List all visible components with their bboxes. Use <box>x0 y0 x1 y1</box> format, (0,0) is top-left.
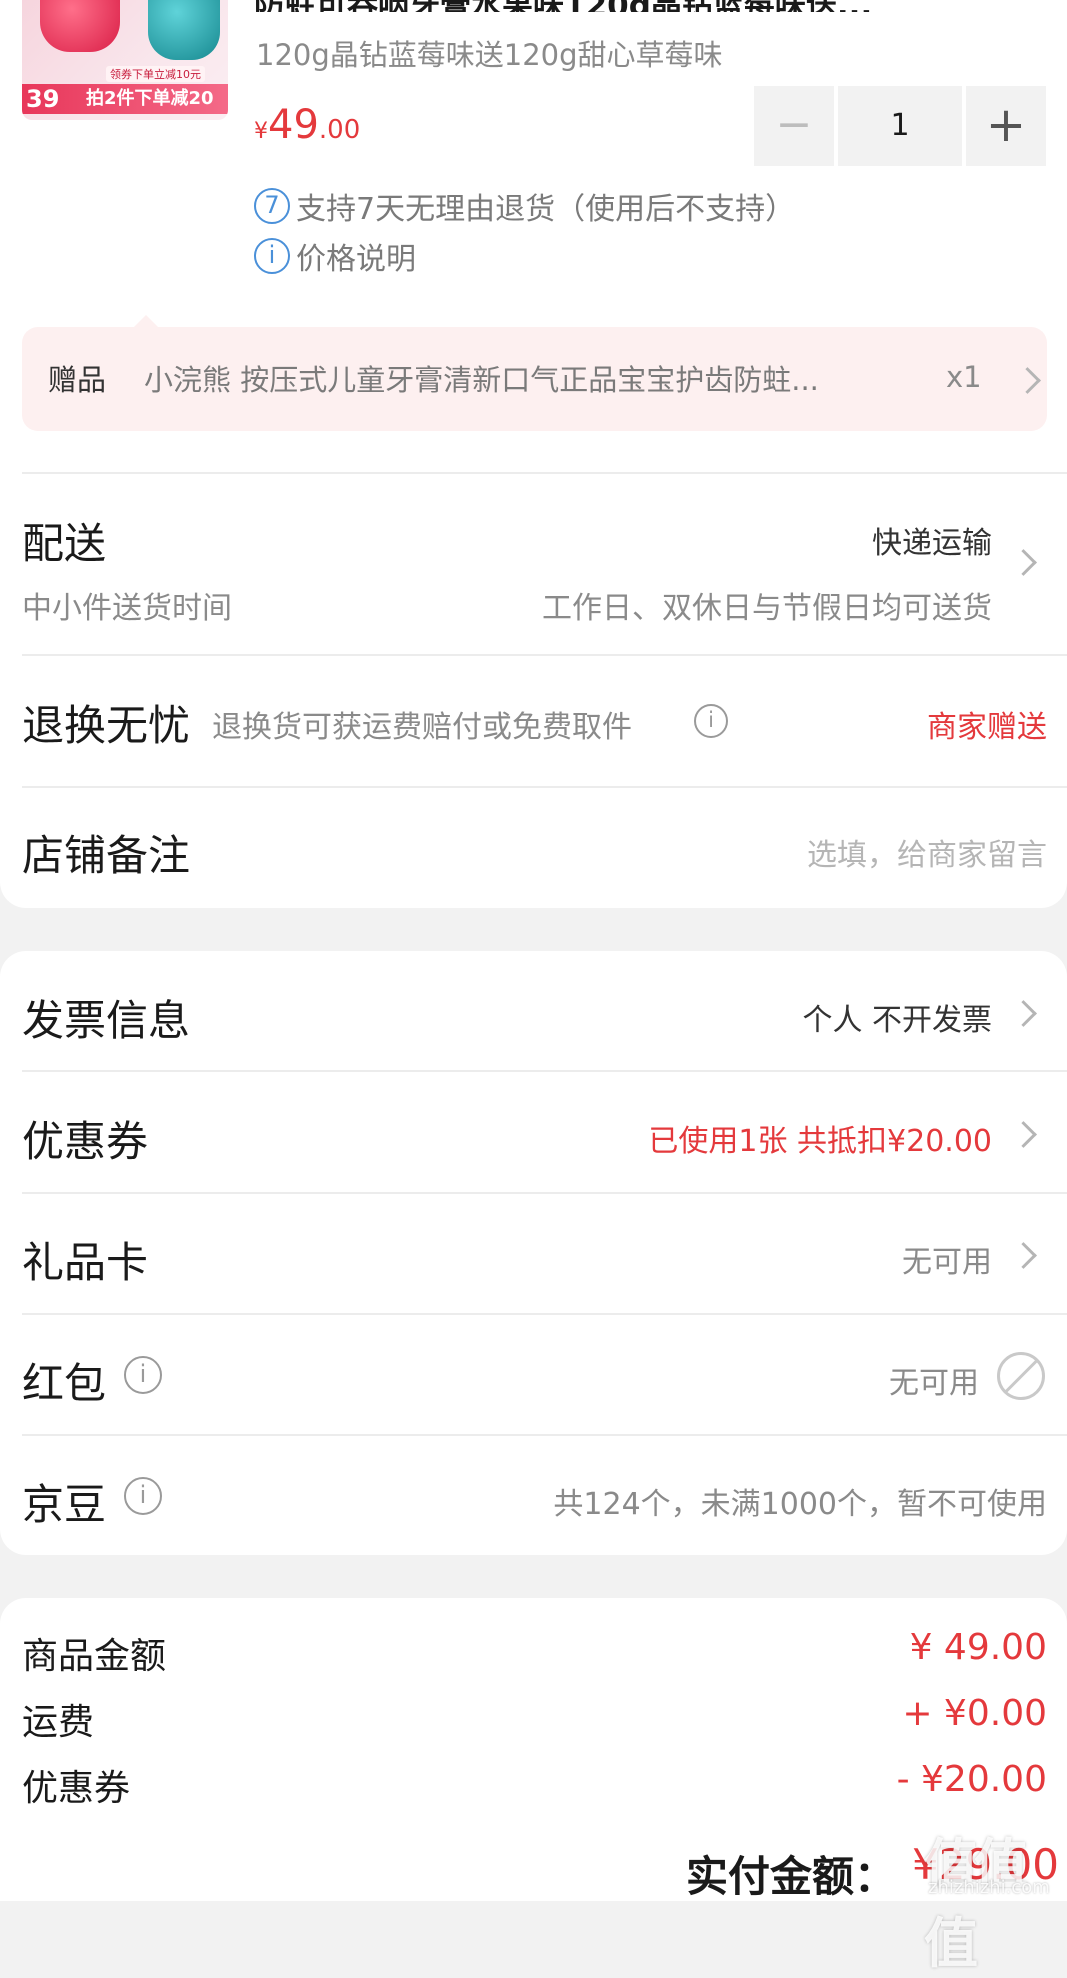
summary-coupon-label: 优惠券 <box>22 1768 131 1809</box>
coupon-value: 已使用1张 共抵扣¥20.00 <box>648 1124 992 1159</box>
teal-bottle-graphic <box>148 0 220 60</box>
disabled-icon <box>997 1352 1045 1400</box>
delivery-method: 快递运输 <box>872 526 992 561</box>
image-promo-price: 39 <box>26 85 60 113</box>
red-bottle-graphic <box>40 0 120 52</box>
divider <box>22 654 1067 656</box>
gift-card-title: 礼品卡 <box>22 1238 149 1287</box>
quantity-minus-button[interactable]: − <box>754 86 834 166</box>
divider <box>22 1070 1067 1072</box>
store-note-input[interactable]: 选填，给商家留言 <box>807 830 1047 874</box>
price-decimal: .00 <box>318 115 361 145</box>
info-icon[interactable]: i <box>124 1356 162 1394</box>
coupon-title: 优惠券 <box>22 1117 149 1166</box>
image-promo-text: 拍2件下单减20 <box>86 88 214 109</box>
gift-row[interactable]: 赠品 小浣熊 按压式儿童牙膏清新口气正品宝宝护齿防蛀... x1 <box>22 315 1047 431</box>
return-value: 商家赠送 <box>927 710 1047 745</box>
divider <box>22 786 1067 788</box>
product-spec[interactable]: 120g晶钻蓝莓味送120g甜心草莓味 <box>256 32 723 74</box>
divider <box>22 1313 1067 1315</box>
service-return-7day[interactable]: 7 支持7天无理由退货（使用后不支持） <box>254 184 795 228</box>
delivery-title: 配送 <box>22 519 107 568</box>
info-icon[interactable]: i <box>694 704 728 738</box>
return-title: 退换无忧 <box>22 701 191 750</box>
seven-day-icon: 7 <box>254 188 290 224</box>
product-image[interactable]: 领券下单立减10元 39 拍2件下单减20 <box>22 0 228 120</box>
quantity-value[interactable]: 1 <box>838 86 962 166</box>
red-packet-value: 无可用 <box>889 1366 979 1401</box>
divider <box>22 1434 1067 1436</box>
jd-beans-title: 京豆 <box>22 1480 107 1529</box>
delivery-time-label: 中小件送货时间 <box>22 591 232 626</box>
summary-shipping-value: + ¥0.00 <box>902 1693 1047 1734</box>
summary-shipping-label: 运费 <box>22 1702 95 1743</box>
chevron-right-icon <box>1014 367 1041 394</box>
price-currency: ¥ <box>254 119 268 144</box>
store-note-title: 店铺备注 <box>22 831 191 880</box>
gift-notch <box>132 315 160 329</box>
invoice-title: 发票信息 <box>22 996 191 1045</box>
return-desc: 退换货可获运费赔付或免费取件 <box>212 710 632 745</box>
gift-tag: 赠品 <box>48 363 107 397</box>
red-packet-title: 红包 <box>22 1359 107 1408</box>
chevron-right-icon <box>1010 549 1037 576</box>
service-price-label: 价格说明 <box>296 242 416 277</box>
info-icon: i <box>254 238 290 274</box>
total-label: 实付金额： <box>686 1852 897 1901</box>
gift-quantity: x1 <box>946 360 982 394</box>
gift-card-value: 无可用 <box>902 1245 992 1280</box>
product-price: ¥49.00 <box>254 102 360 148</box>
order-product-card: 领券下单立减10元 39 拍2件下单减20 防蛀可吞咽牙膏水果味120g晶钻蓝莓… <box>0 0 1067 908</box>
product-title[interactable]: 防蛀可吞咽牙膏水果味120g晶钻蓝莓味送... <box>254 0 1034 12</box>
invoice-value: 个人 不开发票 <box>802 1003 992 1038</box>
quantity-plus-button[interactable]: + <box>966 86 1046 166</box>
gift-name: 小浣熊 按压式儿童牙膏清新口气正品宝宝护齿防蛀... <box>144 363 819 397</box>
image-promo-top-text: 领券下单立减10元 <box>106 66 205 82</box>
quantity-stepper: − 1 + <box>754 86 1048 166</box>
divider <box>22 472 1067 474</box>
service-price-note[interactable]: i 价格说明 <box>254 234 416 278</box>
info-icon[interactable]: i <box>124 1477 162 1515</box>
divider <box>22 1192 1067 1194</box>
image-promo-strip: 39 拍2件下单减20 <box>22 84 228 114</box>
watermark-text: zhizhizhi.com <box>928 1877 1050 1898</box>
service-return-label: 支持7天无理由退货（使用后不支持） <box>296 192 796 227</box>
summary-goods-label: 商品金额 <box>22 1636 167 1677</box>
summary-goods-value: ¥ 49.00 <box>909 1627 1047 1668</box>
jd-beans-value: 共124个，未满1000个，暂不可使用 <box>553 1487 1047 1522</box>
delivery-time-value: 工作日、双休日与节假日均可送货 <box>542 591 992 626</box>
summary-coupon-value: - ¥20.00 <box>896 1759 1047 1800</box>
price-integer: 49 <box>268 102 319 148</box>
